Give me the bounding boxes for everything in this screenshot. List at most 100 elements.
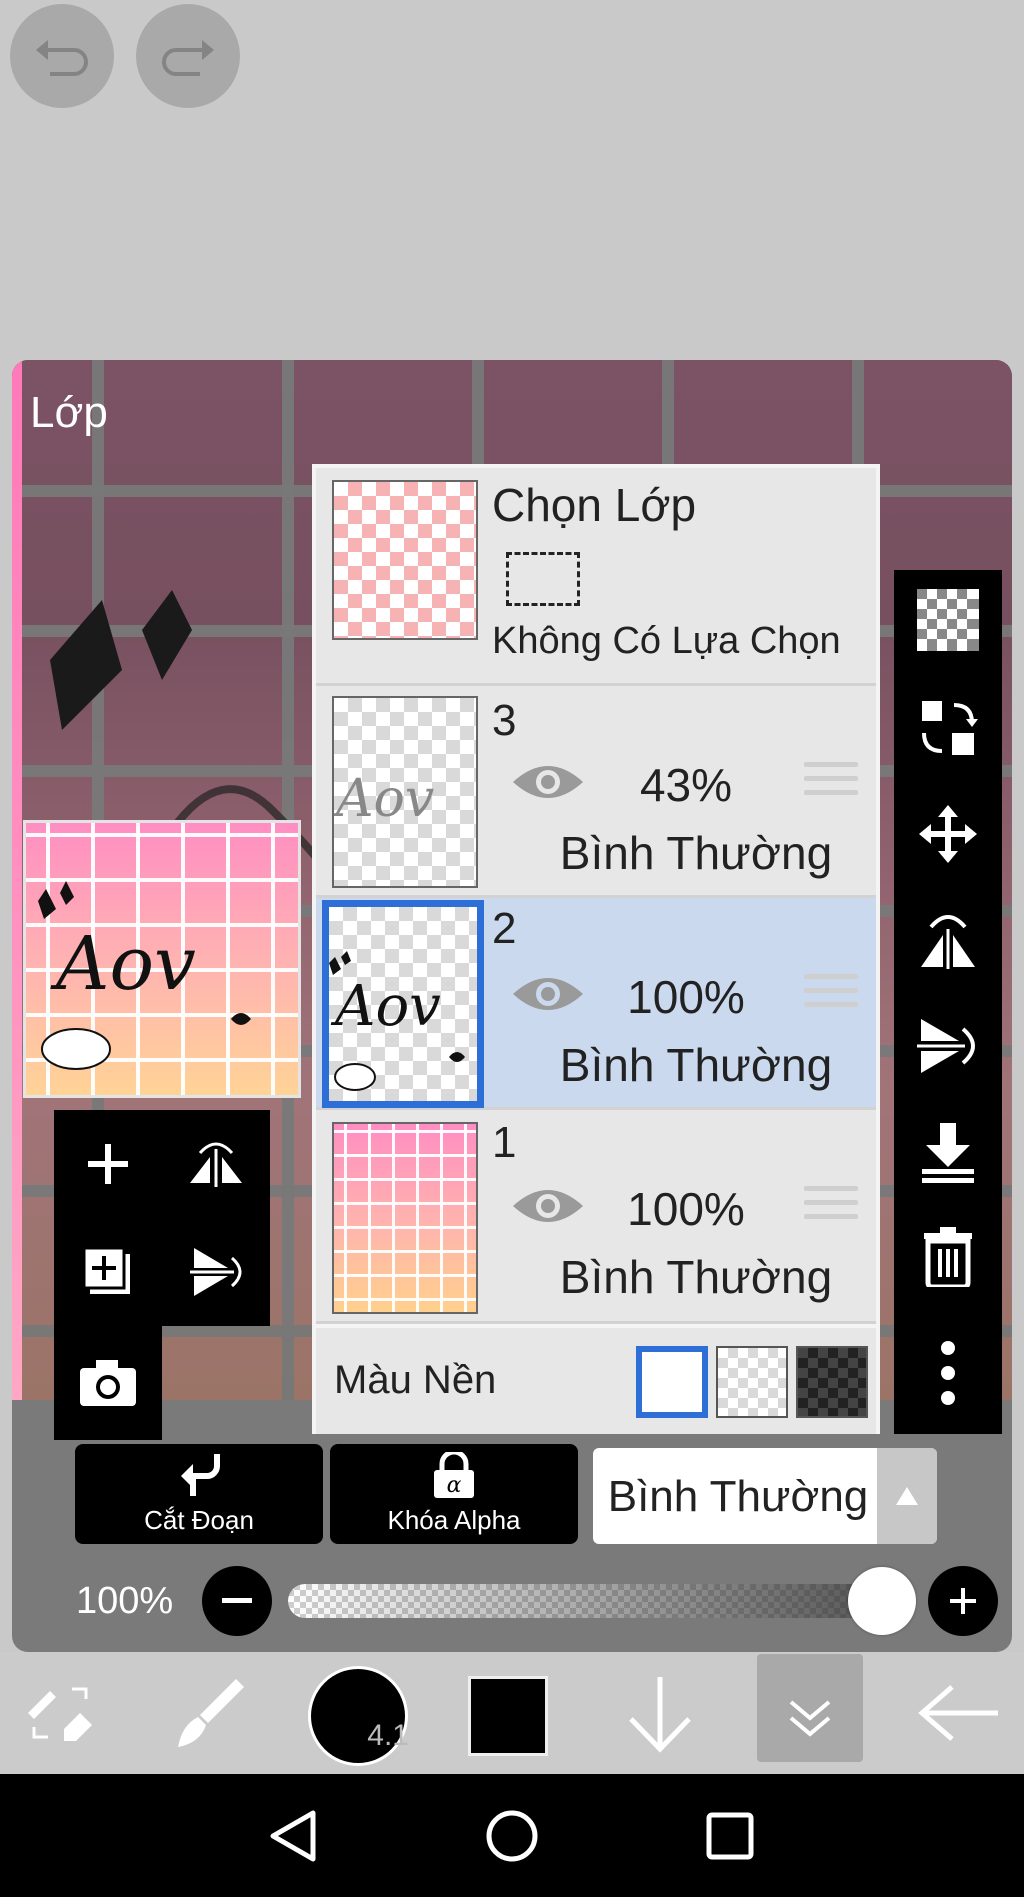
layer-blend-mode: Bình Thường <box>559 827 833 879</box>
system-navigation-bar <box>0 1774 1024 1897</box>
move-down-button[interactable] <box>610 1652 710 1774</box>
opacity-slider[interactable] <box>288 1584 896 1618</box>
svg-text:Aov: Aov <box>330 974 441 1039</box>
swap-layers-button[interactable] <box>894 678 1002 778</box>
canvas-edge <box>12 360 22 1400</box>
merge-down-icon <box>922 1123 974 1183</box>
layer-opacity: 100% <box>627 971 745 1023</box>
flip-layer-vertical-button[interactable] <box>894 996 1002 1096</box>
swap-icon <box>922 701 978 755</box>
nav-back-button[interactable] <box>262 1804 326 1868</box>
camera-icon <box>80 1360 136 1406</box>
camera-button[interactable] <box>54 1326 162 1440</box>
clipping-arrow-icon <box>181 1454 220 1496</box>
merge-down-button[interactable] <box>894 1102 1002 1202</box>
arrow-left-icon <box>918 1685 998 1741</box>
layer-row-3[interactable]: Aov 3 43% Bình Thường <box>316 686 876 898</box>
flip-layer-horizontal-button[interactable] <box>894 890 1002 990</box>
layer-opacity: 100% <box>627 1183 745 1235</box>
left-tool-box <box>54 1110 270 1440</box>
duplicate-icon <box>82 1246 130 1294</box>
blend-mode-value: Bình Thường <box>607 1472 869 1521</box>
selection-layer-row[interactable]: Chọn Lớp Không Có Lựa Chọn <box>316 468 876 686</box>
plus-icon <box>88 1144 128 1184</box>
brush-icon <box>178 1679 244 1747</box>
visibility-eye-icon[interactable] <box>511 972 585 1016</box>
layer-opacity: 43% <box>639 759 733 811</box>
layer-number: 2 <box>492 904 517 953</box>
tool-switch-button[interactable] <box>10 1652 110 1774</box>
alpha-lock-button[interactable]: α Khóa Alpha <box>330 1444 578 1544</box>
brush-tool-button[interactable] <box>160 1652 260 1774</box>
layer-panel: Lớp Aov Chọn Lớp Không Có Lựa Chọn Aov 3… <box>12 360 1012 1652</box>
triangle-up-icon <box>896 1487 918 1505</box>
flip-horizontal-button[interactable] <box>162 1110 270 1218</box>
layer-thumbnail-3: Aov <box>332 696 478 888</box>
flip-vertical-icon <box>917 1019 975 1073</box>
transparency-button[interactable] <box>894 570 1002 670</box>
triangle-back-icon <box>270 1810 316 1862</box>
selection-marquee-icon <box>506 552 580 606</box>
trash-icon <box>924 1227 972 1287</box>
layers-list: Chọn Lớp Không Có Lựa Chọn Aov 3 43% Bìn… <box>312 464 880 1434</box>
add-layer-button[interactable] <box>54 1110 162 1218</box>
redo-button[interactable] <box>136 4 240 108</box>
layer-blend-mode: Bình Thường <box>559 1251 833 1303</box>
app-root: Lớp Aov Chọn Lớp Không Có Lựa Chọn Aov 3… <box>0 0 1024 1897</box>
blend-mode-dropdown-arrow[interactable] <box>877 1448 937 1544</box>
panel-title: Lớp <box>30 388 108 437</box>
opacity-increase-button[interactable] <box>928 1566 998 1636</box>
brush-size-button[interactable]: 4.1 <box>308 1666 409 1766</box>
drag-handle-icon[interactable] <box>804 974 858 1014</box>
move-button[interactable] <box>894 784 1002 884</box>
flip-horizontal-icon <box>190 1142 242 1187</box>
undo-icon <box>36 40 88 76</box>
background-transparent-swatch[interactable] <box>716 1346 788 1418</box>
arrow-down-icon <box>629 1677 691 1753</box>
svg-text:Aov: Aov <box>334 769 434 829</box>
lock-icon: α <box>434 1452 474 1498</box>
back-button[interactable] <box>910 1652 1010 1774</box>
delete-layer-button[interactable] <box>894 1206 1002 1306</box>
duplicate-layer-button[interactable] <box>54 1218 162 1326</box>
sparkle-artwork <box>50 590 192 730</box>
clipping-label: Cắt Đoạn <box>144 1505 254 1535</box>
layer-row-1[interactable]: 1 100% Bình Thường <box>316 1110 876 1324</box>
layer-thumbnail-1 <box>332 1122 478 1314</box>
selection-layer-title: Chọn Lớp <box>492 479 697 531</box>
flip-vertical-button[interactable] <box>162 1218 270 1326</box>
opacity-slider-knob[interactable] <box>848 1567 916 1635</box>
visibility-eye-icon[interactable] <box>511 760 585 804</box>
background-white-swatch[interactable] <box>636 1346 708 1418</box>
layer-number: 1 <box>492 1118 517 1167</box>
undo-button[interactable] <box>10 4 114 108</box>
drag-handle-icon[interactable] <box>804 762 858 802</box>
more-options-button[interactable] <box>894 1312 1002 1434</box>
layer-thumbnail-2: Aov <box>322 900 484 1108</box>
blend-mode-select[interactable]: Bình Thường <box>593 1448 937 1544</box>
redo-icon <box>162 40 214 76</box>
layer-row-2[interactable]: Aov 2 100% Bình Thường <box>316 898 876 1110</box>
visibility-eye-icon[interactable] <box>511 1184 585 1228</box>
selection-layer-thumbnail <box>332 480 478 640</box>
current-color-swatch[interactable] <box>468 1676 548 1756</box>
minus-icon <box>222 1598 252 1603</box>
preview-artwork: Aov <box>38 881 251 1070</box>
opacity-decrease-button[interactable] <box>202 1566 272 1636</box>
move-icon <box>919 805 977 863</box>
nav-home-button[interactable] <box>480 1804 544 1868</box>
drag-handle-icon[interactable] <box>804 1186 858 1226</box>
square-recents-icon <box>706 1812 754 1860</box>
clipping-button[interactable]: Cắt Đoạn <box>75 1444 323 1544</box>
alpha-lock-label: Khóa Alpha <box>387 1505 521 1535</box>
layer-blend-mode: Bình Thường <box>559 1039 833 1091</box>
opacity-label: 100% <box>76 1580 174 1622</box>
layers-toggle-button[interactable] <box>757 1654 863 1762</box>
right-tool-bar <box>894 570 1002 1434</box>
canvas-preview: Aov <box>23 820 301 1098</box>
background-dark-swatch[interactable] <box>796 1346 868 1418</box>
brush-size-value: 4.1 <box>367 1719 409 1752</box>
more-vertical-icon <box>941 1341 955 1405</box>
nav-recents-button[interactable] <box>698 1804 762 1868</box>
plus-icon <box>950 1588 976 1614</box>
